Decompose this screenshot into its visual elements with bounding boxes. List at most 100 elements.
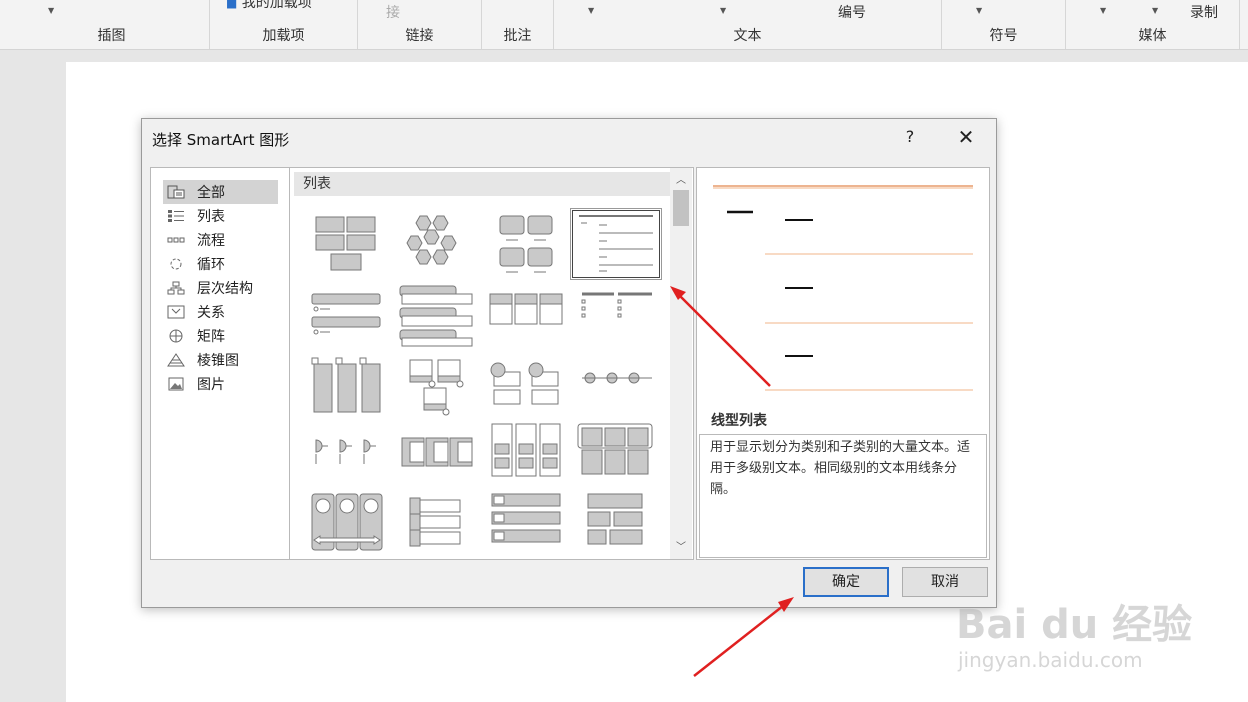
category-item-list[interactable]: 列表 — [163, 204, 278, 228]
layout-thumbnail[interactable] — [302, 490, 390, 558]
layout-preview-image — [499, 215, 553, 273]
layout-preview-image — [579, 215, 653, 272]
layout-thumbnail[interactable] — [392, 280, 480, 348]
layout-preview-image — [401, 437, 473, 467]
layout-thumbnail[interactable] — [392, 420, 480, 488]
category-label: 关系 — [197, 305, 225, 321]
category-label: 全部 — [197, 185, 225, 201]
process-icon — [167, 237, 185, 243]
cycle-icon — [170, 258, 182, 270]
close-button[interactable]: ✕ — [954, 125, 978, 149]
chevron-down-icon[interactable]: ▼ — [720, 6, 726, 15]
ribbon-group-label: 插图 — [97, 28, 126, 44]
layout-thumbnail[interactable] — [302, 350, 390, 418]
layout-thumbnail[interactable] — [482, 420, 570, 488]
chevron-down-icon[interactable]: ﹀ — [673, 538, 689, 554]
layout-thumbnail[interactable] — [572, 420, 660, 488]
preview-pane: 线型列表 用于显示划分为类别和子类别的大量文本。适用于多级别文本。相同级别的文本… — [696, 167, 990, 560]
layout-preview-image — [491, 423, 561, 477]
layout-thumbnail[interactable] — [302, 280, 390, 348]
category-item-all[interactable]: 全部 — [163, 180, 278, 204]
category-label: 图片 — [197, 377, 225, 393]
layout-thumbnail[interactable] — [572, 490, 660, 558]
document-margin — [0, 51, 66, 702]
category-list: 全部 列表 流程 循环 层次结构 关系 矩阵 棱锥图 图片 — [150, 167, 290, 560]
layout-preview-image — [587, 493, 643, 545]
layout-thumbnail[interactable] — [392, 350, 480, 418]
scrollbar-thumb[interactable] — [673, 190, 689, 226]
chevron-up-icon[interactable]: ︿ — [673, 171, 689, 187]
category-item-matrix[interactable]: 矩阵 — [163, 324, 278, 348]
ok-button[interactable]: 确定 — [803, 567, 889, 597]
ribbon-group-text[interactable]: ▼ ▼ 编号 文本 — [554, 0, 942, 49]
ribbon-group-label: 文本 — [733, 28, 762, 44]
category-label: 列表 — [197, 209, 225, 225]
numbering-button[interactable]: 编号 — [838, 2, 866, 22]
help-button[interactable]: ? — [900, 127, 920, 146]
chevron-down-icon[interactable]: ▼ — [976, 6, 982, 15]
layout-preview-image — [315, 439, 376, 464]
chevron-down-icon[interactable]: ▼ — [1100, 6, 1106, 15]
layout-thumbnail-selected[interactable] — [570, 208, 662, 280]
relationship-icon — [167, 305, 185, 319]
link-button[interactable]: 接 — [386, 2, 400, 22]
matrix-icon — [169, 329, 183, 343]
layout-thumbnail[interactable] — [302, 420, 390, 488]
layout-thumbnail[interactable] — [482, 280, 570, 348]
layout-thumbnail[interactable] — [482, 350, 570, 418]
ribbon-group-addins[interactable]: ■ 我的加载项 加载项 — [210, 0, 358, 49]
my-addins-button[interactable]: ■ 我的加载项 — [226, 0, 312, 12]
layout-preview-image — [311, 493, 383, 551]
addin-icon: ■ — [226, 0, 238, 10]
layout-preview-image — [311, 293, 381, 335]
pyramid-icon — [167, 353, 185, 367]
watermark-logo: Bai du 经验 — [956, 602, 1193, 648]
ribbon-group-comments[interactable]: 批注 — [482, 0, 554, 49]
layout-preview-image — [489, 293, 563, 325]
gallery-scrollbar[interactable]: ︿ ﹀ — [670, 168, 692, 559]
watermark-url: jingyan.baidu.com — [958, 648, 1143, 672]
ribbon-group-label: 链接 — [405, 28, 434, 44]
layout-preview-image — [311, 357, 381, 413]
chevron-down-icon[interactable]: ▼ — [1152, 6, 1158, 15]
ribbon-group-illustrations[interactable]: ▼ 插图 — [14, 0, 210, 49]
record-button[interactable]: 录制 — [1190, 2, 1218, 22]
ribbon-group-label: 媒体 — [1138, 28, 1167, 44]
preview-description: 用于显示划分为类别和子类别的大量文本。适用于多级别文本。相同级别的文本用线条分隔… — [699, 434, 987, 558]
layout-thumbnail[interactable] — [482, 210, 570, 278]
category-item-relationship[interactable]: 关系 — [163, 300, 278, 324]
layout-thumbnail[interactable] — [572, 350, 660, 418]
layout-preview-image — [491, 493, 561, 543]
hierarchy-icon — [167, 281, 185, 295]
category-item-pyramid[interactable]: 棱锥图 — [163, 348, 278, 372]
ribbon-group-label: 加载项 — [262, 28, 305, 44]
category-label: 矩阵 — [197, 329, 225, 345]
layout-thumbnail[interactable] — [302, 210, 390, 278]
layout-preview-image — [399, 285, 473, 347]
category-label: 流程 — [197, 233, 225, 249]
ribbon-group-links[interactable]: 接 链接 — [358, 0, 482, 49]
ribbon-group-label: 符号 — [989, 28, 1018, 44]
ribbon-group-media[interactable]: ▼ ▼ 录制 媒体 — [1066, 0, 1240, 49]
layout-thumbnail[interactable] — [392, 210, 480, 278]
layout-preview-image — [409, 497, 461, 547]
layout-thumbnail[interactable] — [572, 280, 660, 348]
layout-thumbnail[interactable] — [392, 490, 480, 558]
category-item-cycle[interactable]: 循环 — [163, 252, 278, 276]
layout-preview-image — [577, 423, 653, 475]
layout-preview-image — [409, 359, 464, 416]
chevron-down-icon[interactable]: ▼ — [48, 6, 54, 15]
category-label: 循环 — [197, 257, 225, 273]
ribbon-group-symbols[interactable]: ▼ 符号 — [942, 0, 1066, 49]
layout-preview-image — [490, 362, 559, 405]
list-icon — [168, 210, 184, 222]
chevron-down-icon[interactable]: ▼ — [588, 6, 594, 15]
layout-preview-image — [315, 216, 376, 271]
picture-icon — [168, 377, 184, 391]
layout-gallery: 列表 ︿ ﹀ — [290, 167, 694, 560]
layout-preview-image — [582, 372, 652, 384]
category-item-process[interactable]: 流程 — [163, 228, 278, 252]
layout-thumbnail[interactable] — [482, 490, 570, 558]
category-item-hierarchy[interactable]: 层次结构 — [163, 276, 278, 300]
category-item-picture[interactable]: 图片 — [163, 372, 278, 396]
